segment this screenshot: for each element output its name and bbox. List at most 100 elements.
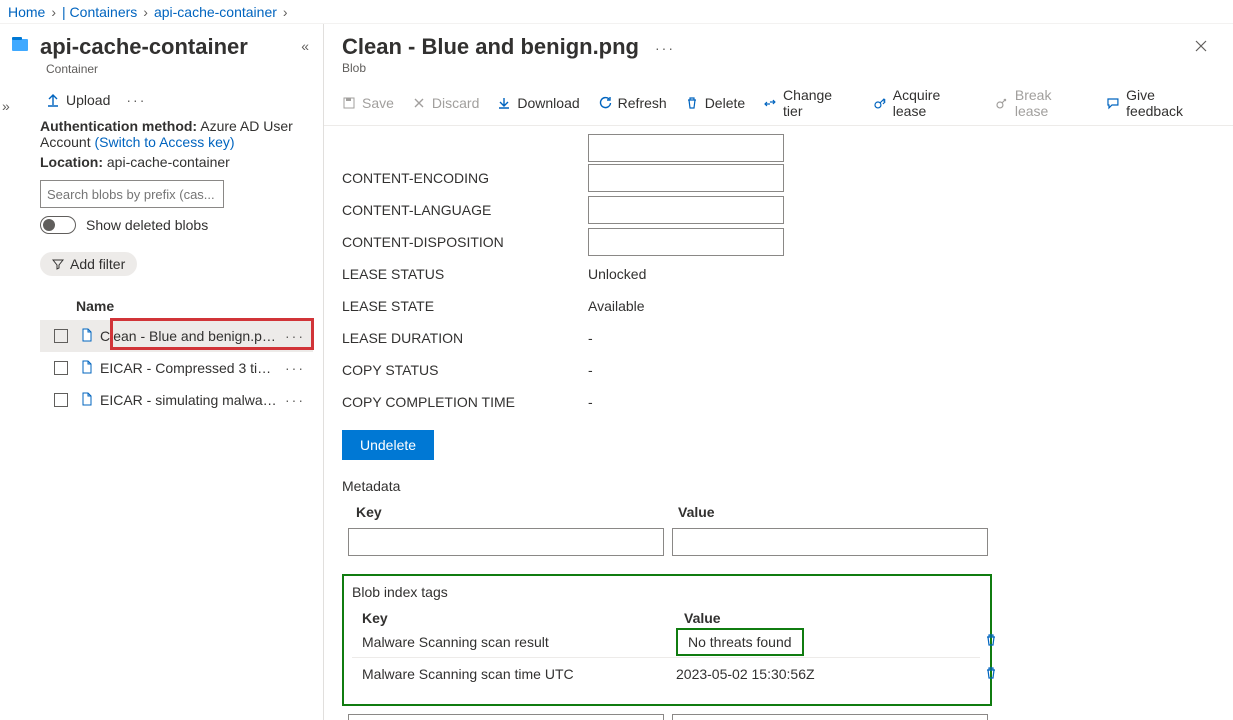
location-row: Location: api-cache-container (40, 154, 313, 170)
tag-key-input[interactable] (348, 714, 664, 720)
undelete-button[interactable]: Undelete (342, 430, 434, 460)
location-value: api-cache-container (107, 154, 230, 170)
property-row: CONTENT-ENCODING (342, 162, 1215, 194)
tag-key: Malware Scanning scan result (362, 634, 676, 650)
property-key: CONTENT-DISPOSITION (342, 234, 588, 250)
save-button: Save (342, 95, 394, 111)
collapse-left-icon[interactable]: « (297, 34, 313, 58)
metadata-key-header: Key (356, 504, 678, 520)
property-key: LEASE STATUS (342, 266, 588, 282)
more-icon[interactable]: ··· (120, 92, 152, 108)
blob-row[interactable]: EICAR - simulating malware....··· (40, 384, 313, 416)
blob-checkbox[interactable] (54, 329, 68, 343)
metadata-value-input[interactable] (672, 528, 988, 556)
blob-checkbox[interactable] (54, 393, 68, 407)
breadcrumb-current[interactable]: api-cache-container (154, 4, 277, 20)
refresh-button[interactable]: Refresh (598, 95, 667, 111)
blob-name[interactable]: Clean - Blue and benign.png (100, 328, 277, 344)
breadcrumb-home[interactable]: Home (8, 4, 45, 20)
blob-title: Clean - Blue and benign.png (342, 34, 639, 60)
blob-checkbox[interactable] (54, 361, 68, 375)
refresh-label: Refresh (618, 95, 667, 111)
property-row: COPY STATUS- (342, 354, 1215, 386)
switch-access-key-link[interactable]: (Switch to Access key) (94, 134, 234, 150)
acquire-lease-label: Acquire lease (893, 87, 977, 119)
metadata-value-header: Value (678, 504, 715, 520)
delete-tag-icon[interactable] (980, 633, 1002, 650)
property-value: - (588, 330, 593, 346)
property-input[interactable] (588, 196, 784, 224)
breadcrumb: Home › | Containers › api-cache-containe… (0, 0, 1233, 24)
property-key: COPY COMPLETION TIME (342, 394, 588, 410)
right-panel: Clean - Blue and benign.png ··· Blob Sav… (324, 24, 1233, 720)
file-icon (80, 392, 94, 409)
column-header-name[interactable]: Name (76, 298, 313, 314)
break-lease-button: Break lease (995, 87, 1088, 119)
left-panel: » api-cache-container « Container Upload… (0, 24, 324, 720)
blob-name[interactable]: EICAR - simulating malware.... (100, 392, 277, 408)
chevron-right-icon: › (51, 4, 56, 20)
blob-more-icon[interactable]: ··· (655, 34, 675, 56)
property-value: Available (588, 298, 645, 314)
property-key: COPY STATUS (342, 362, 588, 378)
tag-value-input[interactable] (672, 714, 988, 720)
blob-row[interactable]: Clean - Blue and benign.png··· (40, 320, 313, 352)
property-row: CONTENT-DISPOSITION (342, 226, 1215, 258)
property-row: LEASE STATUSUnlocked (342, 258, 1215, 290)
property-row: LEASE STATEAvailable (342, 290, 1215, 322)
blob-index-tags-section: Blob index tags Key Value Malware Scanni… (342, 574, 992, 706)
break-lease-label: Break lease (1015, 87, 1088, 119)
property-value: Unlocked (588, 266, 646, 282)
tag-row: Malware Scanning scan time UTC2023-05-02… (352, 658, 980, 690)
file-icon (80, 328, 94, 345)
close-button[interactable] (1189, 34, 1213, 61)
discard-button: Discard (412, 95, 479, 111)
delete-button[interactable]: Delete (685, 95, 745, 111)
chevron-right-icon: › (283, 4, 288, 20)
location-label: Location: (40, 154, 103, 170)
download-label: Download (517, 95, 579, 111)
breadcrumb-containers[interactable]: | Containers (62, 4, 137, 20)
blob-row-more-icon[interactable]: ··· (277, 392, 313, 408)
acquire-lease-button[interactable]: Acquire lease (873, 87, 977, 119)
upload-label: Upload (66, 92, 110, 108)
download-button[interactable]: Download (497, 95, 579, 111)
delete-tag-icon[interactable] (980, 666, 1002, 683)
auth-method-label: Authentication method: (40, 118, 197, 134)
property-row: COPY COMPLETION TIME- (342, 386, 1215, 418)
blob-row[interactable]: EICAR - Compressed 3 time...··· (40, 352, 313, 384)
tag-key: Malware Scanning scan time UTC (362, 666, 676, 682)
metadata-key-input[interactable] (348, 528, 664, 556)
expand-left-icon[interactable]: » (2, 98, 10, 114)
upload-button[interactable]: Upload (46, 92, 110, 108)
chevron-right-icon: › (143, 4, 148, 20)
blob-row-more-icon[interactable]: ··· (277, 360, 313, 376)
search-blobs-input[interactable] (40, 180, 224, 208)
add-filter-label: Add filter (70, 256, 125, 272)
property-value: - (588, 362, 593, 378)
tag-row: Malware Scanning scan resultNo threats f… (352, 626, 980, 658)
blob-row-more-icon[interactable]: ··· (277, 328, 313, 344)
add-filter-button[interactable]: Add filter (40, 252, 137, 276)
property-input[interactable] (588, 228, 784, 256)
container-subtitle: Container (46, 62, 323, 76)
change-tier-button[interactable]: Change tier (763, 87, 855, 119)
blob-name[interactable]: EICAR - Compressed 3 time... (100, 360, 277, 376)
property-value: - (588, 394, 593, 410)
blob-subtitle: Blob (324, 61, 1233, 81)
metadata-header: Metadata (342, 478, 1215, 494)
blob-toolbar: Save Discard Download Refresh Delete Cha… (324, 81, 1233, 126)
tags-value-header: Value (684, 610, 721, 626)
container-title: api-cache-container (40, 34, 248, 60)
auth-method-row: Authentication method: Azure AD User Acc… (40, 118, 313, 150)
save-label: Save (362, 95, 394, 111)
blob-content-scroll[interactable]: CONTENT-ENCODINGCONTENT-LANGUAGE CONTENT-… (324, 126, 1233, 720)
delete-label: Delete (705, 95, 745, 111)
show-deleted-toggle[interactable] (40, 216, 76, 234)
give-feedback-button[interactable]: Give feedback (1106, 87, 1215, 119)
discard-label: Discard (432, 95, 479, 111)
property-row: CONTENT-LANGUAGE (342, 194, 1215, 226)
blob-index-tags-header: Blob index tags (352, 584, 980, 600)
property-input[interactable] (588, 134, 784, 162)
property-input[interactable] (588, 164, 784, 192)
